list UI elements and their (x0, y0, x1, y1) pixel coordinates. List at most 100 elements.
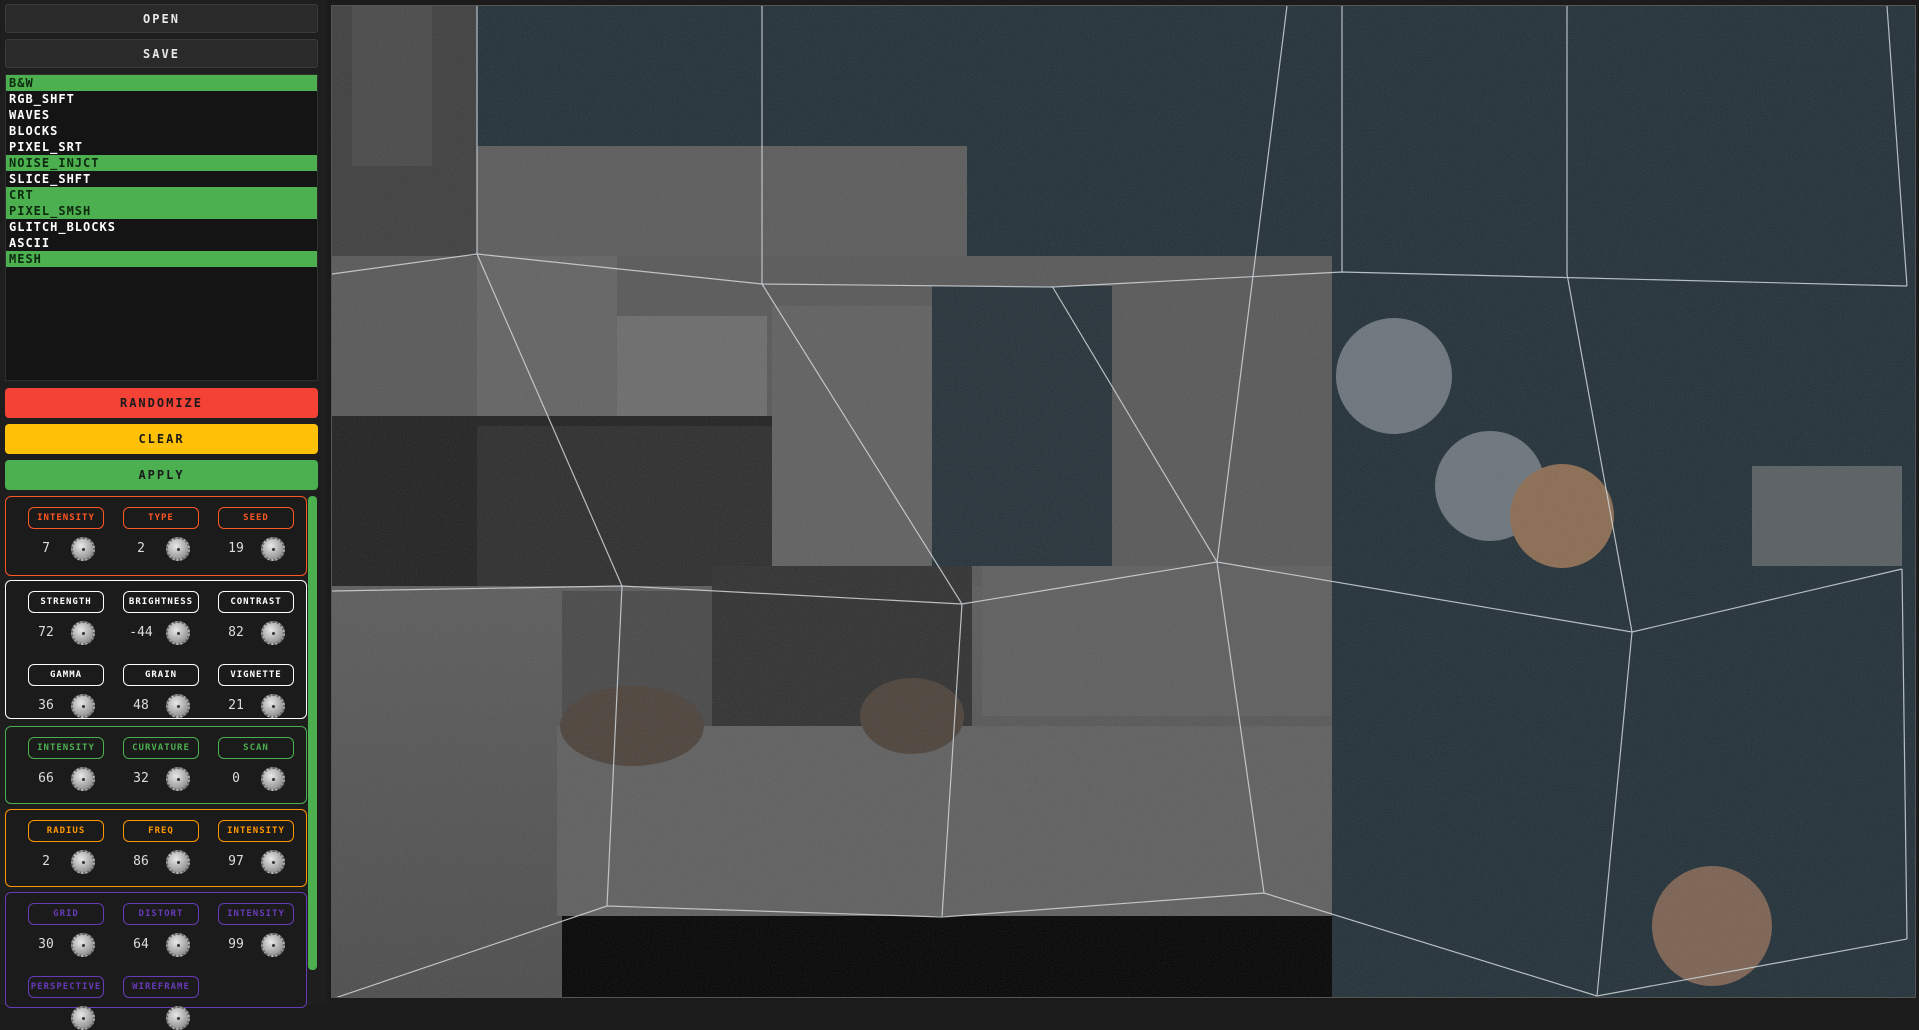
effect-item-pixel-srt[interactable]: PIXEL_SRT (6, 139, 317, 155)
knob-distort[interactable] (166, 933, 190, 957)
param-label-seed[interactable]: SEED (218, 507, 294, 529)
knob-indicator (272, 548, 275, 551)
param-label-contrast[interactable]: CONTRAST (218, 591, 294, 613)
param-value-gamma: 36 (38, 698, 54, 713)
effect-item-bw[interactable]: B&W (6, 75, 317, 91)
param-label-gamma[interactable]: GAMMA (28, 664, 104, 686)
knob-intensity[interactable] (71, 537, 95, 561)
knob-curvature[interactable] (166, 767, 190, 791)
params-scrollbar[interactable] (308, 496, 317, 970)
randomize-button[interactable]: RANDOMIZE (5, 388, 318, 418)
knob-scan[interactable] (261, 767, 285, 791)
knob-indicator (82, 944, 85, 947)
param-value-intensity: 7 (42, 541, 50, 556)
param-value-radius: 2 (42, 854, 50, 869)
knob-indicator (272, 861, 275, 864)
param-label-wireframe[interactable]: WIREFRAME (123, 976, 199, 998)
param-value-vignette: 21 (228, 698, 244, 713)
param-value-type: 2 (137, 541, 145, 556)
param-label-freq[interactable]: FREQ (123, 820, 199, 842)
apply-button[interactable]: APPLY (5, 460, 318, 490)
knob-contrast[interactable] (261, 621, 285, 645)
clear-button[interactable]: CLEAR (5, 424, 318, 454)
param-label-intensity[interactable]: INTENSITY (28, 737, 104, 759)
knob-indicator (177, 861, 180, 864)
effect-item-pixel-smsh[interactable]: PIXEL_SMSH (6, 203, 317, 219)
knob-indicator (272, 778, 275, 781)
param-value-seed: 19 (228, 541, 244, 556)
knob-indicator (177, 1017, 180, 1020)
save-button[interactable]: SAVE (5, 39, 318, 68)
effect-item-blocks[interactable]: BLOCKS (6, 123, 317, 139)
effect-item-mesh[interactable]: MESH (6, 251, 317, 267)
effect-item-glitch-blocks[interactable]: GLITCH_BLOCKS (6, 219, 317, 235)
knob-indicator (82, 632, 85, 635)
knob-type[interactable] (166, 537, 190, 561)
param-label-distort[interactable]: DISTORT (123, 903, 199, 925)
param-value-grid: 30 (38, 937, 54, 952)
knob-indicator (82, 1017, 85, 1020)
param-label-strength[interactable]: STRENGTH (28, 591, 104, 613)
param-panel-2: STRENGTH 72 BRIGHTNESS -44 CONTRAST 82 GAMMA 36… (5, 580, 307, 719)
param-label-type[interactable]: TYPE (123, 507, 199, 529)
param-label-intensity[interactable]: INTENSITY (218, 903, 294, 925)
param-panel-1: INTENSITY 7 TYPE 2 SEED 19 (5, 496, 307, 576)
param-label-brightness[interactable]: BRIGHTNESS (123, 591, 199, 613)
param-label-grid[interactable]: GRID (28, 903, 104, 925)
knob-indicator (82, 548, 85, 551)
knob-gamma[interactable] (71, 694, 95, 718)
sidebar: OPEN SAVE B&W RGB_SHFT WAVES BLOCKS PIXE… (0, 0, 327, 1030)
knob-intensity[interactable] (261, 933, 285, 957)
param-label-grain[interactable]: GRAIN (123, 664, 199, 686)
knob-indicator (177, 705, 180, 708)
param-label-intensity[interactable]: INTENSITY (218, 820, 294, 842)
param-label-vignette[interactable]: VIGNETTE (218, 664, 294, 686)
effect-item-rgb-shft[interactable]: RGB_SHFT (6, 91, 317, 107)
knob-intensity[interactable] (261, 850, 285, 874)
knob-grid[interactable] (71, 933, 95, 957)
param-label-perspective[interactable]: PERSPECTIVE (28, 976, 104, 998)
effect-item-ascii[interactable]: ASCII (6, 235, 317, 251)
knob-indicator (82, 778, 85, 781)
param-value-scan: 0 (232, 771, 240, 786)
knob-indicator (82, 705, 85, 708)
knob-indicator (82, 861, 85, 864)
param-label-curvature[interactable]: CURVATURE (123, 737, 199, 759)
knob-indicator (272, 944, 275, 947)
open-button[interactable]: OPEN (5, 4, 318, 33)
param-label-radius[interactable]: RADIUS (28, 820, 104, 842)
image-canvas[interactable] (331, 5, 1916, 998)
param-value-brightness: -44 (129, 625, 153, 640)
preview-image (332, 6, 1915, 997)
effect-item-slice-shft[interactable]: SLICE_SHFT (6, 171, 317, 187)
knob-indicator (177, 548, 180, 551)
param-label-intensity[interactable]: INTENSITY (28, 507, 104, 529)
param-panel-5: GRID 30 DISTORT 64 INTENSITY 99 PERSPECTIVE WIR… (5, 892, 307, 1030)
effect-item-noise-injct[interactable]: NOISE_INJCT (6, 155, 317, 171)
param-label-scan[interactable]: SCAN (218, 737, 294, 759)
param-value-distort: 64 (133, 937, 149, 952)
knob-strength[interactable] (71, 621, 95, 645)
knob-intensity[interactable] (71, 767, 95, 791)
knob-perspective[interactable] (71, 1006, 95, 1030)
param-value-intensity: 66 (38, 771, 54, 786)
knob-indicator (272, 705, 275, 708)
knob-vignette[interactable] (261, 694, 285, 718)
param-value-freq: 86 (133, 854, 149, 869)
param-value-intensity: 97 (228, 854, 244, 869)
knob-indicator (177, 778, 180, 781)
knob-brightness[interactable] (166, 621, 190, 645)
effect-item-waves[interactable]: WAVES (6, 107, 317, 123)
knob-radius[interactable] (71, 850, 95, 874)
knob-seed[interactable] (261, 537, 285, 561)
param-value-grain: 48 (133, 698, 149, 713)
knob-freq[interactable] (166, 850, 190, 874)
knob-indicator (272, 632, 275, 635)
effect-item-crt[interactable]: CRT (6, 187, 317, 203)
param-value-contrast: 82 (228, 625, 244, 640)
param-value-strength: 72 (38, 625, 54, 640)
knob-indicator (177, 944, 180, 947)
knob-grain[interactable] (166, 694, 190, 718)
param-value-curvature: 32 (133, 771, 149, 786)
knob-wireframe[interactable] (166, 1006, 190, 1030)
